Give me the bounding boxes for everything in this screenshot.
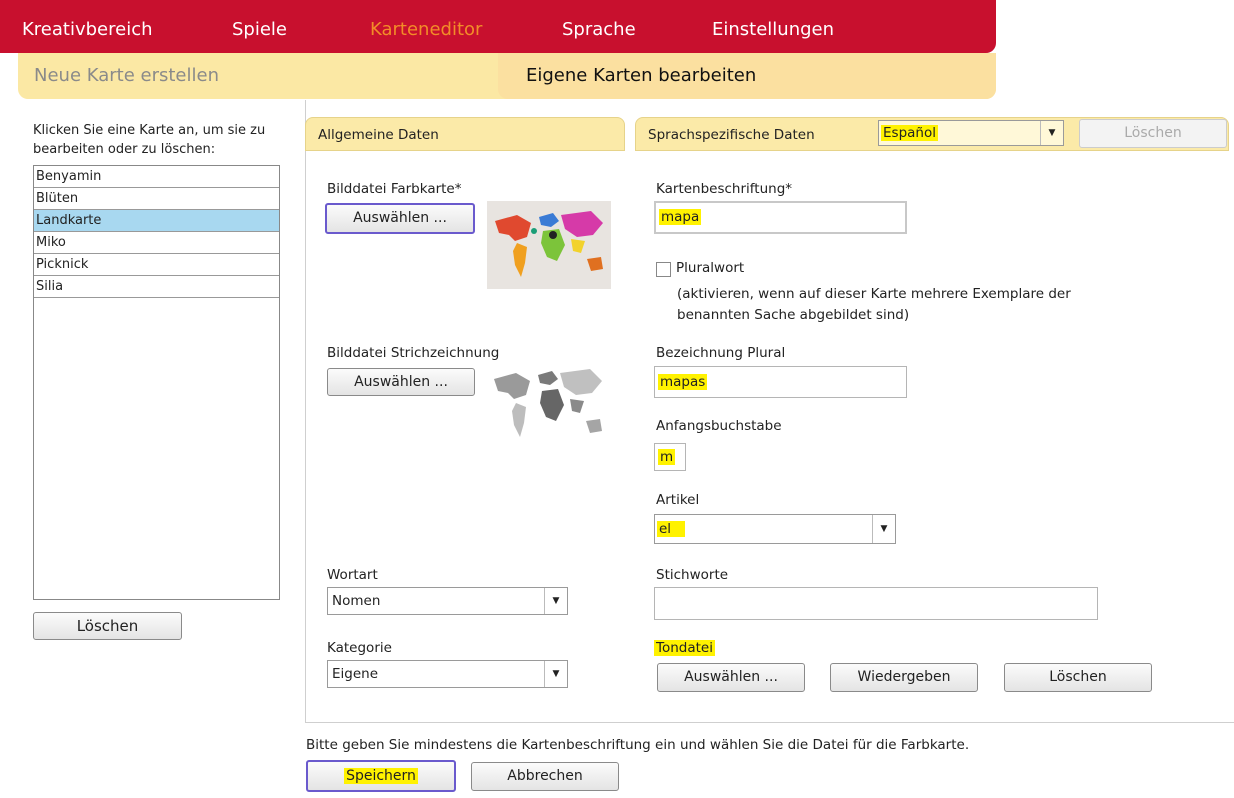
chevron-down-icon: ▼: [544, 661, 567, 687]
card-list[interactable]: Benyamin Blüten Landkarte Miko Picknick …: [33, 165, 280, 600]
tab-language-label: Sprachspezifische Daten: [648, 127, 815, 143]
play-sound-button[interactable]: Wiedergeben: [830, 663, 978, 692]
save-button-label: Speichern: [344, 768, 418, 784]
nav-sprache[interactable]: Sprache: [562, 19, 636, 40]
color-image-label: Bilddatei Farbkarte*: [327, 181, 462, 197]
language-select-value: Español: [881, 125, 938, 141]
chevron-down-icon: ▼: [544, 588, 567, 614]
subnav-edit-cards-label: Eigene Karten bearbeiten: [526, 65, 757, 86]
chevron-down-icon: ▼: [872, 515, 895, 543]
plural-value: mapas: [658, 374, 708, 390]
nav-spiele[interactable]: Spiele: [232, 19, 287, 40]
initial-letter-label: Anfangsbuchstabe: [656, 418, 782, 434]
nav-einstellungen[interactable]: Einstellungen: [712, 19, 834, 40]
plural-hint-line-1: (aktivieren, wenn auf dieser Karte mehre…: [677, 286, 1071, 302]
chevron-down-icon: ▼: [1040, 121, 1063, 145]
plural-checkbox-label: Pluralwort: [676, 260, 745, 276]
plural-label: Bezeichnung Plural: [656, 345, 786, 361]
footer-hint: Bitte geben Sie mindestens die Kartenbes…: [306, 737, 970, 753]
tab-language-data[interactable]: Sprachspezifische Daten Español ▼ Lösche…: [635, 117, 1229, 151]
plural-input[interactable]: mapas: [654, 366, 907, 398]
list-item[interactable]: Blüten: [34, 188, 279, 210]
list-item[interactable]: Miko: [34, 232, 279, 254]
category-label: Kategorie: [327, 640, 392, 656]
keywords-label: Stichworte: [656, 567, 729, 583]
tab-general-label: Allgemeine Daten: [318, 127, 439, 143]
word-type-select[interactable]: Nomen ▼: [327, 587, 568, 615]
word-type-label: Wortart: [327, 567, 378, 583]
cancel-button[interactable]: Abbrechen: [471, 762, 619, 791]
caption-label: Kartenbeschriftung*: [656, 181, 793, 197]
category-value: Eigene: [332, 666, 379, 682]
initial-letter-value: m: [658, 449, 676, 465]
article-value: el: [657, 521, 686, 537]
delete-language-button[interactable]: Löschen: [1079, 119, 1227, 148]
subnav-edit-cards-tab[interactable]: Eigene Karten bearbeiten: [498, 53, 996, 99]
save-button[interactable]: Speichern: [306, 760, 456, 792]
nav-kreativbereich[interactable]: Kreativbereich: [22, 19, 153, 40]
article-select[interactable]: el ▼: [654, 514, 896, 544]
top-navigation-bar: Kreativbereich Spiele Karteneditor Sprac…: [0, 0, 996, 53]
list-item-selected[interactable]: Landkarte: [34, 210, 279, 232]
select-color-image-button[interactable]: Auswählen ...: [325, 203, 475, 234]
nav-karteneditor[interactable]: Karteneditor: [370, 19, 482, 40]
list-item[interactable]: Picknick: [34, 254, 279, 276]
select-sound-button[interactable]: Auswählen ...: [657, 663, 805, 692]
language-select[interactable]: Español ▼: [878, 120, 1064, 146]
select-line-image-button[interactable]: Auswählen ...: [327, 368, 475, 396]
line-map-thumbnail: [494, 369, 602, 437]
line-image-label: Bilddatei Strichzeichnung: [327, 345, 500, 361]
caption-value: mapa: [659, 209, 702, 225]
card-list-hint: Klicken Sie eine Karte an, um sie zu bea…: [33, 123, 266, 157]
subnav-new-card[interactable]: Neue Karte erstellen: [34, 65, 219, 86]
list-item[interactable]: Benyamin: [34, 166, 279, 188]
list-item[interactable]: Silia: [34, 276, 279, 298]
plural-hint-line-2: benannten Sache abgebildet sind): [677, 307, 910, 323]
plural-checkbox[interactable]: [656, 262, 671, 277]
word-type-value: Nomen: [332, 593, 381, 609]
keywords-input[interactable]: [654, 587, 1098, 620]
article-label: Artikel: [656, 492, 700, 508]
delete-sound-button[interactable]: Löschen: [1004, 663, 1152, 692]
sound-file-label: Tondatei: [654, 640, 715, 656]
caption-input[interactable]: mapa: [654, 201, 907, 234]
tab-general-data[interactable]: Allgemeine Daten: [305, 117, 625, 151]
delete-card-button[interactable]: Löschen: [33, 612, 182, 640]
category-select[interactable]: Eigene ▼: [327, 660, 568, 688]
sub-navigation-bar: Neue Karte erstellen Eigene Karten bearb…: [18, 53, 996, 99]
color-map-thumbnail: [487, 201, 611, 289]
initial-letter-input[interactable]: m: [654, 443, 686, 471]
